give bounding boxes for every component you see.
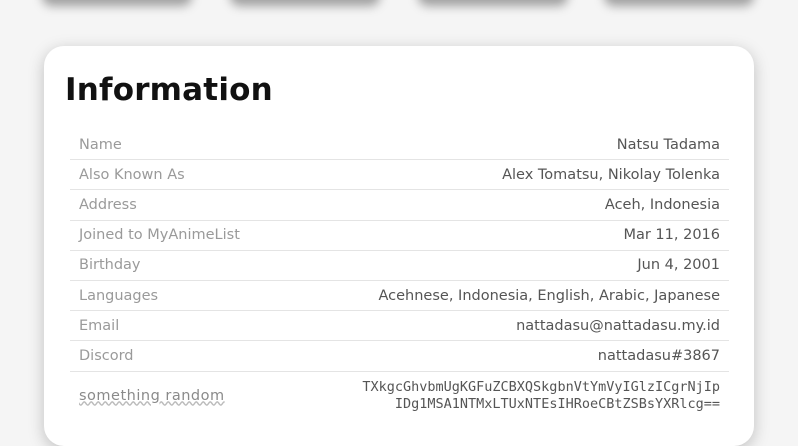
row-label: Languages xyxy=(79,287,159,304)
row-label: Discord xyxy=(79,347,134,364)
row-value: Alex Tomatsu, Nikolay Tolenka xyxy=(502,166,720,183)
row-value: Aceh, Indonesia xyxy=(604,196,720,213)
row-value: Jun 4, 2001 xyxy=(637,257,720,274)
information-card: Information Name Natsu Tadama Also Known… xyxy=(44,46,754,446)
row-value: Acehnese, Indonesia, English, Arabic, Ja… xyxy=(378,287,721,304)
info-row-discord: Discord nattadasu#3867 xyxy=(70,341,729,372)
row-label: Also Known As xyxy=(79,166,185,183)
info-row-email: Email nattadasu@nattadasu.my.id xyxy=(70,311,729,342)
info-row-name: Name Natsu Tadama xyxy=(70,130,729,161)
row-label: something random xyxy=(79,387,225,404)
info-row-languages: Languages Acehnese, Indonesia, English, … xyxy=(70,281,729,312)
row-label: Birthday xyxy=(79,257,141,274)
row-label: Joined to MyAnimeList xyxy=(79,227,240,244)
row-value: Mar 11, 2016 xyxy=(623,227,720,244)
row-value[interactable]: nattadasu@nattadasu.my.id xyxy=(516,318,720,334)
info-row-birthday: Birthday Jun 4, 2001 xyxy=(70,251,729,281)
row-value: Natsu Tadama xyxy=(616,136,720,153)
info-row-address: Address Aceh, Indonesia xyxy=(70,190,729,221)
row-value-encoded: TXkgcGhvbmUgKGFuZCBXQSkgbnVtYmVyIGlzICgr… xyxy=(362,378,720,412)
info-row-joined: Joined to MyAnimeList Mar 11, 2016 xyxy=(70,221,729,251)
information-table: Name Natsu Tadama Also Known As Alex Tom… xyxy=(70,130,729,420)
info-row-random: something random TXkgcGhvbmUgKGFuZCBXQSk… xyxy=(70,372,729,420)
row-label: Email xyxy=(79,317,120,334)
info-row-aka: Also Known As Alex Tomatsu, Nikolay Tole… xyxy=(70,160,729,191)
row-label: Name xyxy=(79,136,122,153)
row-value: nattadasu#3867 xyxy=(597,347,720,364)
information-title: Information xyxy=(65,72,273,108)
row-label: Address xyxy=(79,196,137,213)
